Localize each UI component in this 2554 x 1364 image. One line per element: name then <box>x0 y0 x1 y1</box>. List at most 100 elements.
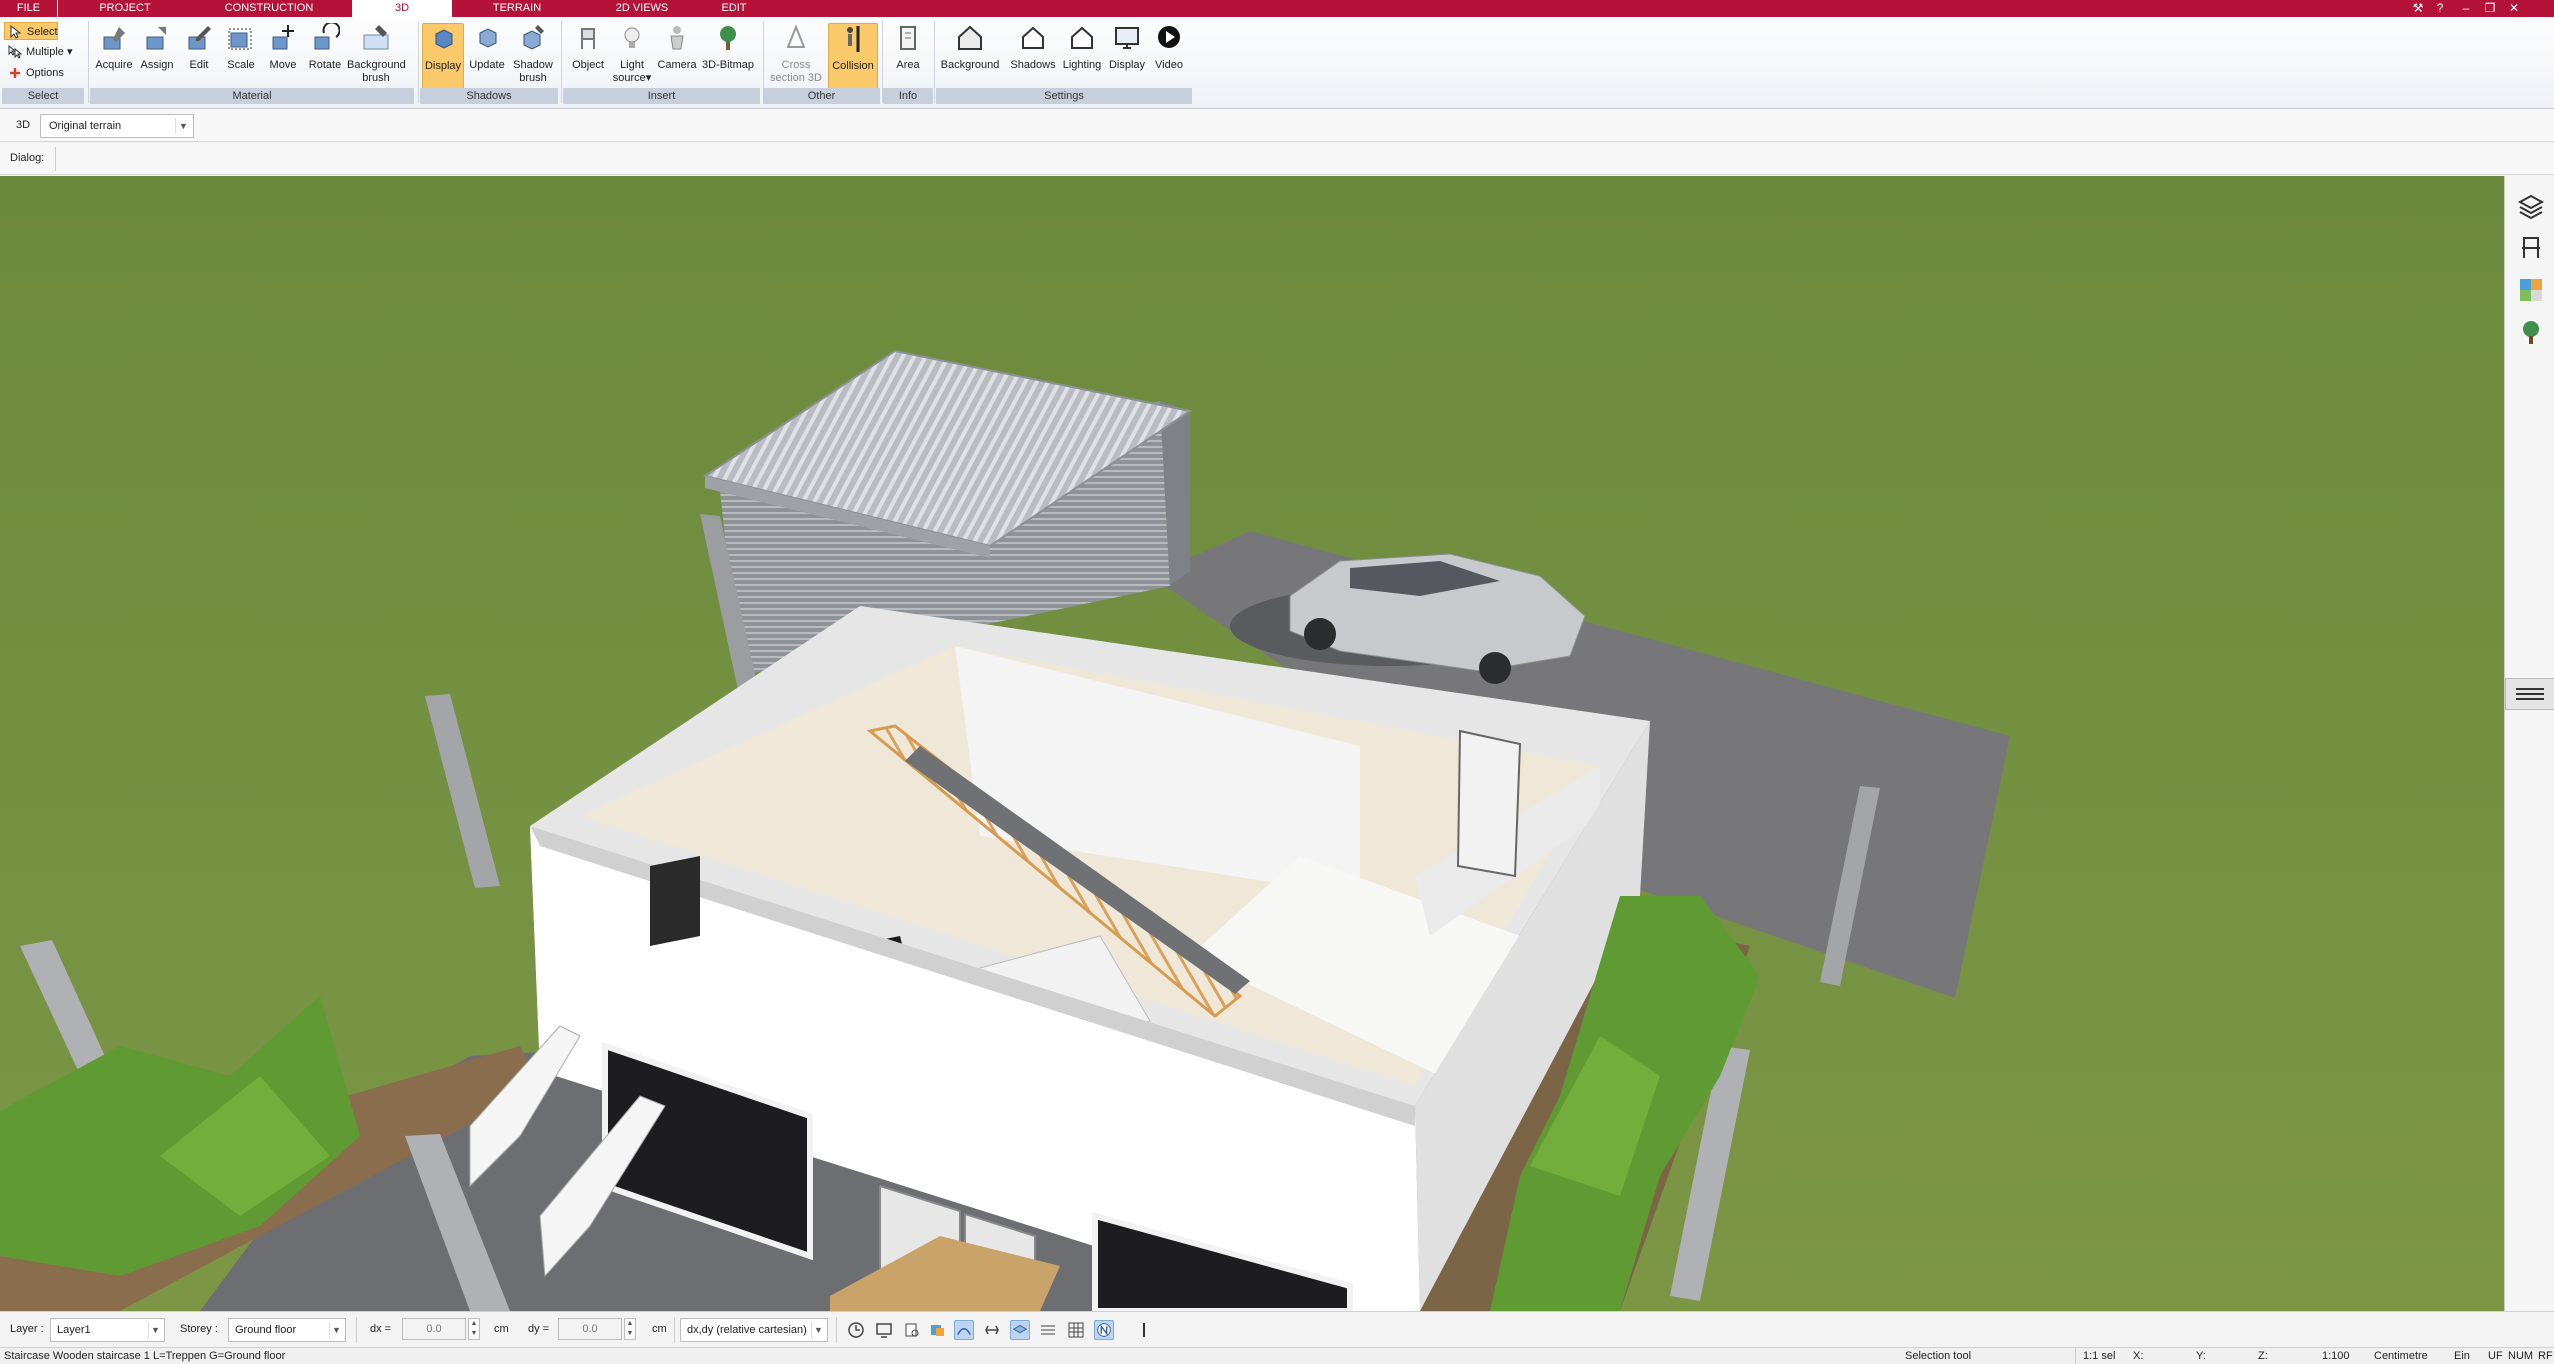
play-icon <box>1158 26 1180 48</box>
group-label-material: Material <box>90 88 414 104</box>
status-scale: 1:100 <box>2322 1350 2350 1362</box>
status-unit: Centimetre <box>2374 1350 2428 1362</box>
group-separator <box>561 21 562 103</box>
bottom-toolbar: Layer : Layer1 ▼ Storey : Ground floor ▼… <box>0 1311 2554 1347</box>
panel-toggle-handle[interactable] <box>2505 678 2554 710</box>
camera-person-icon <box>670 26 684 50</box>
more-options-icon[interactable] <box>1134 1320 1154 1340</box>
status-selection: 1:1 sel <box>2083 1350 2116 1362</box>
view-mode-label: 3D <box>16 119 31 131</box>
edit-material-icon <box>188 26 211 50</box>
dx-spinner[interactable]: ▲ ▼ <box>468 1318 480 1340</box>
chair-icon[interactable] <box>2517 234 2545 262</box>
chevron-down-icon: ▼ <box>329 1322 343 1338</box>
layer-color-icon[interactable] <box>928 1320 948 1340</box>
group-separator <box>934 21 935 103</box>
shadow-brush-icon <box>523 25 544 50</box>
light-bulb-icon <box>624 27 640 48</box>
3d-viewport[interactable] <box>0 176 2504 1311</box>
storey-label: Storey : <box>180 1323 218 1335</box>
status-ein: Ein <box>2454 1350 2470 1362</box>
storey-select[interactable]: Ground floor ▼ <box>228 1318 346 1342</box>
rotate-icon <box>314 23 340 50</box>
status-bar: Staircase Wooden staircase 1 L=Treppen G… <box>0 1347 2554 1364</box>
monitor-icon <box>1115 27 1139 49</box>
chevron-down-icon: ▼ <box>811 1322 825 1338</box>
multiple-cursor-icon <box>8 45 22 59</box>
tab-construction[interactable]: CONSTRUCTION <box>192 0 346 17</box>
main-tab-bar: FILE PROJECT CONSTRUCTION 3D TERRAIN 2D … <box>0 0 2554 17</box>
tab-edit[interactable]: EDIT <box>702 0 766 17</box>
layers-small-icon[interactable] <box>1010 1320 1030 1340</box>
dialog-label: Dialog: <box>10 152 45 164</box>
tree-bitmap-icon <box>720 26 736 50</box>
assign-material-icon <box>146 27 166 50</box>
terrain-select[interactable]: Original terrain ▼ <box>40 114 194 138</box>
collision-person-icon <box>847 26 860 52</box>
help-icon[interactable]: ? <box>2430 1 2450 16</box>
plus-icon <box>10 68 20 78</box>
minimize-icon[interactable]: – <box>2456 1 2476 16</box>
restore-icon[interactable]: ❐ <box>2480 1 2500 16</box>
house-shadows-icon <box>1022 26 1044 49</box>
options-button[interactable]: Options <box>4 64 64 82</box>
layer-select[interactable]: Layer1 ▼ <box>50 1318 165 1342</box>
group-label-other: Other <box>763 88 880 104</box>
scale-icon <box>228 28 252 50</box>
group-label-settings: Settings <box>936 88 1192 104</box>
dx-input[interactable]: 0.0 <box>402 1318 466 1340</box>
status-rf: RF <box>2538 1350 2553 1362</box>
dialog-separator <box>55 147 56 171</box>
chair-icon <box>581 28 595 49</box>
cross-section-icon <box>786 24 806 48</box>
snap-curve-icon[interactable] <box>954 1320 974 1340</box>
area-icon <box>900 26 916 50</box>
dy-spinner[interactable]: ▲ ▼ <box>624 1318 636 1340</box>
hatch-icon[interactable] <box>1038 1320 1058 1340</box>
right-side-panel <box>2504 176 2554 1311</box>
toolbar-separator <box>836 1317 837 1343</box>
tree-icon[interactable] <box>2517 318 2545 346</box>
chevron-down-icon: ▼ <box>175 118 191 134</box>
status-y: Y: <box>2196 1350 2206 1362</box>
status-num: NUM <box>2508 1350 2534 1362</box>
tab-project[interactable]: PROJECT <box>58 0 192 17</box>
grid-icon[interactable] <box>1066 1320 1086 1340</box>
layer-label: Layer : <box>10 1323 44 1335</box>
toolbar-separator <box>356 1317 357 1343</box>
status-x: X: <box>2133 1350 2144 1362</box>
status-message: Staircase Wooden staircase 1 L=Treppen G… <box>4 1350 286 1362</box>
link-icon[interactable] <box>982 1320 1002 1340</box>
group-label-info: Info <box>883 88 933 104</box>
close-icon[interactable]: ✕ <box>2504 1 2524 16</box>
eyedropper-icon <box>103 27 125 50</box>
tab-3d[interactable]: 3D <box>352 0 452 17</box>
monitor-small-icon[interactable] <box>874 1320 894 1340</box>
print-preview-icon[interactable] <box>902 1320 922 1340</box>
dialog-bar: Dialog: <box>0 143 2554 175</box>
brush-icon <box>363 25 389 50</box>
tab-file[interactable]: FILE <box>0 0 57 17</box>
arched-door <box>1456 729 1522 878</box>
cursor-icon <box>10 25 22 39</box>
3d-scene[interactable] <box>0 176 2504 1311</box>
house-lighting-icon <box>1071 26 1093 49</box>
status-separator <box>2075 1348 2076 1364</box>
layers-icon[interactable] <box>2517 192 2545 220</box>
group-label-insert: Insert <box>563 88 760 104</box>
multiple-select-dropdown[interactable]: Multiple ▾ <box>4 43 72 61</box>
dy-input[interactable]: 0.0 <box>558 1318 622 1340</box>
coordinate-mode-select[interactable]: dx,dy (relative cartesian) ▼ <box>680 1318 828 1342</box>
select-button[interactable]: Select <box>4 22 58 40</box>
house-background-icon <box>958 25 982 50</box>
dx-unit: cm <box>494 1323 509 1335</box>
tools-icon[interactable]: ⚒ <box>2408 1 2428 16</box>
status-uf: UF <box>2488 1350 2503 1362</box>
group-separator <box>418 21 419 103</box>
clock-icon[interactable] <box>846 1320 866 1340</box>
tab-2d-views[interactable]: 2D VIEWS <box>582 0 702 17</box>
materials-icon[interactable] <box>2517 276 2545 304</box>
north-icon[interactable] <box>1094 1320 1114 1340</box>
status-tool: Selection tool <box>1905 1350 1972 1362</box>
tab-terrain[interactable]: TERRAIN <box>452 0 582 17</box>
